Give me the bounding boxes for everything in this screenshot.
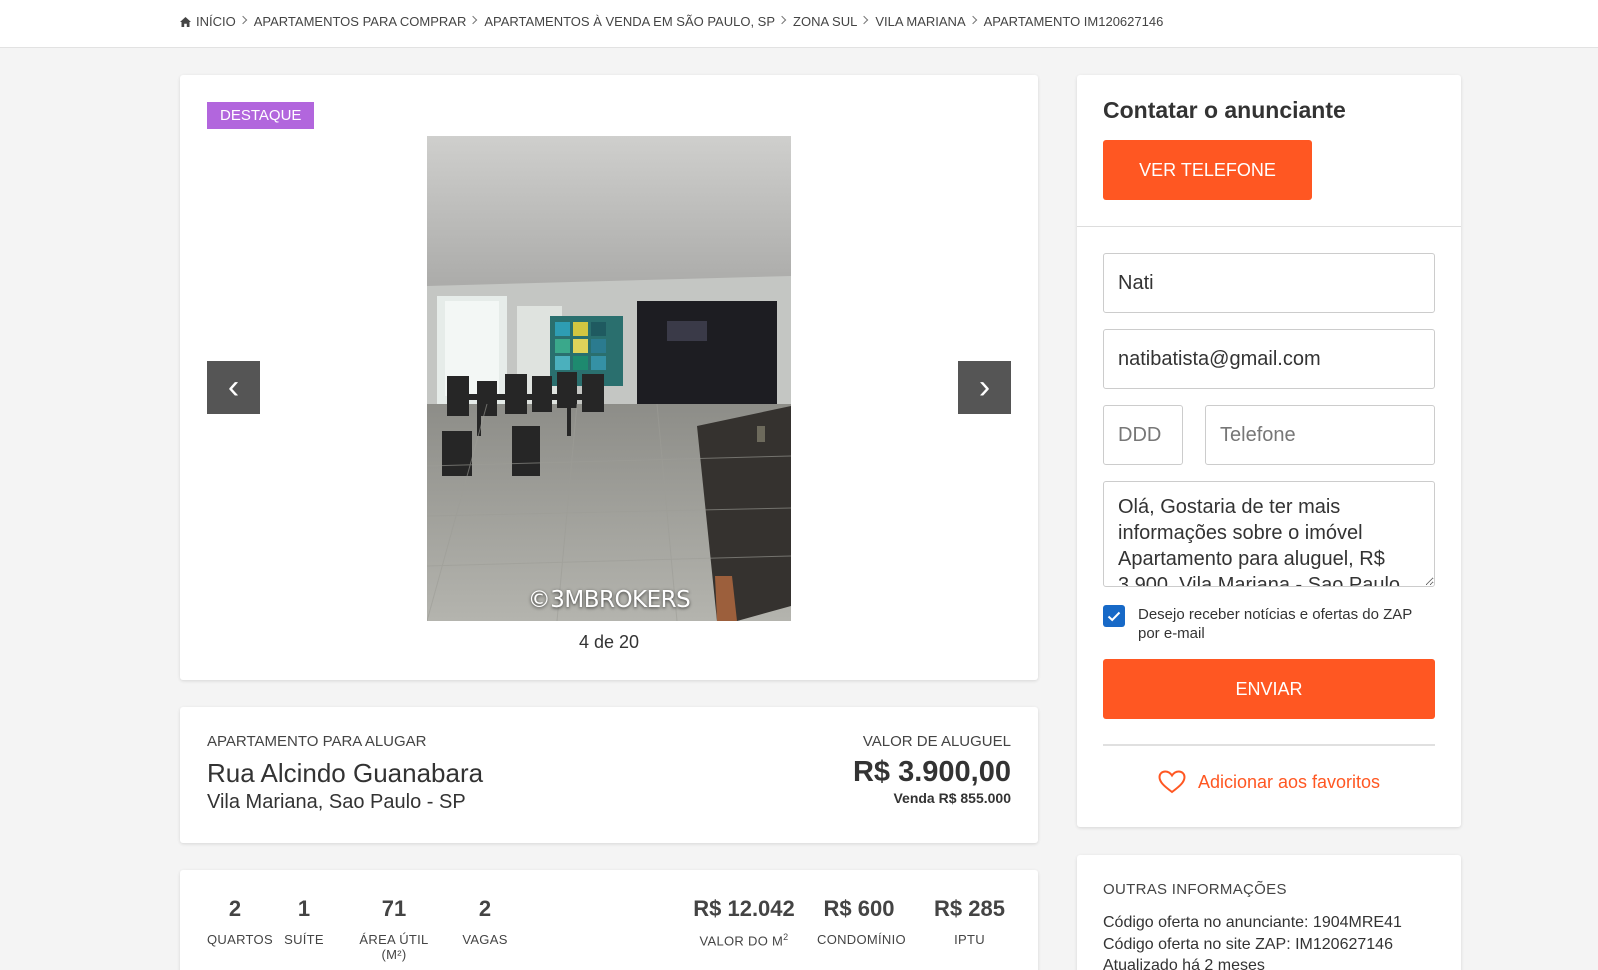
rent-price: R$ 3.900,00 [852,756,1011,788]
highlight-badge: DESTAQUE [207,102,315,129]
cost-value: R$ 285 [934,896,1005,921]
breadcrumb: INÍCIO APARTAMENTOS PARA COMPRAR APARTAM… [180,14,1163,29]
breadcrumb-item-home[interactable]: INÍCIO [180,14,236,29]
ddd-field[interactable] [1103,405,1183,465]
other-info-lines: Código oferta no anunciante: 1904MRE41 C… [1103,912,1402,970]
favorites-label: Adicionar aos favoritos [1197,771,1381,792]
site-code: Código oferta no site ZAP: IM120627146 [1103,935,1393,953]
contact-title: Contatar o anunciante [1103,97,1346,123]
newsletter-optin[interactable]: Desejo receber notícias e ofertas do ZAP… [1103,605,1436,643]
feature-label: ÁREA ÚTIL (M²) [359,932,429,962]
cost-iptu: R$ 285 IPTU [928,896,1011,947]
chevron-right-icon [860,15,869,24]
chevron-right-icon [238,15,247,24]
divider [1103,744,1435,746]
message-field[interactable]: Olá, Gostaria de ter mais informações so… [1103,481,1435,587]
listing-summary: APARTAMENTO PARA ALUGAR Rua Alcindo Guan… [180,707,1038,843]
cost-label: IPTU [954,932,985,947]
name-field[interactable] [1103,253,1435,313]
breadcrumb-item-sale-sao-paulo[interactable]: APARTAMENTOS À VENDA EM SÃO PAULO, SP [484,14,775,29]
chevron-right-icon [469,15,478,24]
updated-at: Atualizado há 2 meses [1103,957,1265,970]
show-phone-button[interactable]: VER TELEFONE [1103,140,1312,200]
add-to-favorites-button[interactable]: Adicionar aos favoritos [1077,770,1461,794]
heart-icon [1158,770,1186,794]
listing-street: Rua Alcindo Guanabara [207,758,484,788]
breadcrumb-link[interactable]: INÍCIO [196,14,236,29]
chevron-left-icon: ‹ [227,368,240,406]
phone-field[interactable] [1205,405,1435,465]
photo-watermark: ©3MBROKERS [527,587,691,613]
cost-label: VALOR DO M2 [699,932,789,949]
send-button[interactable]: ENVIAR [1103,659,1435,719]
photo-gallery: DESTAQUE ©3MBROKERS ‹ › 4 de 20 [180,75,1038,680]
listing-neighborhood: Vila Mariana, Sao Paulo - SP [207,791,466,813]
feature-parking: 2 VAGAS [462,896,508,947]
top-bar: INÍCIO APARTAMENTOS PARA COMPRAR APARTAM… [0,0,1598,48]
checkmark-icon [1107,611,1121,621]
feature-bedrooms: 2 QUARTOS [207,896,273,947]
contact-form-card: Contatar o anunciante VER TELEFONE Olá, … [1077,75,1461,827]
previous-photo-button[interactable]: ‹ [207,361,260,414]
breadcrumb-item-vila-mariana[interactable]: VILA MARIANA [875,14,965,29]
photo-counter: 4 de 20 [578,632,640,652]
other-info-card: OUTRAS INFORMAÇÕES Código oferta no anun… [1077,855,1461,970]
chevron-right-icon: › [978,368,991,406]
listing-type: APARTAMENTO PARA ALUGAR [207,733,427,750]
cost-value: R$ 12.042 [693,896,795,921]
price-label: VALOR DE ALUGUEL [862,733,1011,750]
home-icon [180,16,191,27]
next-photo-button[interactable]: › [958,361,1011,414]
feature-value: 2 [228,896,242,921]
feature-label: QUARTOS [207,932,273,947]
feature-suites: 1 SUÍTE [284,896,324,947]
other-info-title: OUTRAS INFORMAÇÕES [1103,881,1287,898]
newsletter-checkbox[interactable] [1103,605,1125,627]
email-field[interactable] [1103,329,1435,389]
breadcrumb-item-buy-apartments[interactable]: APARTAMENTOS PARA COMPRAR [254,14,467,29]
cost-label: CONDOMÍNIO [817,932,906,947]
feature-label: VAGAS [462,932,508,947]
breadcrumb-item-zona-sul[interactable]: ZONA SUL [793,14,857,29]
feature-value: 2 [478,896,492,921]
listing-photo[interactable]: ©3MBROKERS [427,136,791,621]
cost-value: R$ 600 [823,896,895,921]
cost-price-per-m2: R$ 12.042 VALOR DO M2 [691,896,797,948]
newsletter-label: Desejo receber notícias e ofertas do ZAP… [1138,606,1413,642]
sale-price: Venda R$ 855.000 [893,790,1011,806]
divider [1077,226,1461,227]
feature-label: SUÍTE [284,932,324,947]
feature-area: 71 ÁREA ÚTIL (M²) [346,896,442,962]
cost-condo-fee: R$ 600 CONDOMÍNIO [817,896,906,947]
chevron-right-icon [968,15,977,24]
chevron-right-icon [777,15,787,24]
advertiser-code: Código oferta no anunciante: 1904MRE41 [1103,914,1402,931]
feature-value: 71 [381,896,407,921]
feature-value: 1 [297,896,311,921]
photo-illustration [427,136,791,621]
breadcrumb-item-current: APARTAMENTO IM120627146 [983,14,1164,29]
listing-features: 2 QUARTOS 1 SUÍTE 71 ÁREA ÚTIL (M²) 2 VA… [180,870,1038,970]
